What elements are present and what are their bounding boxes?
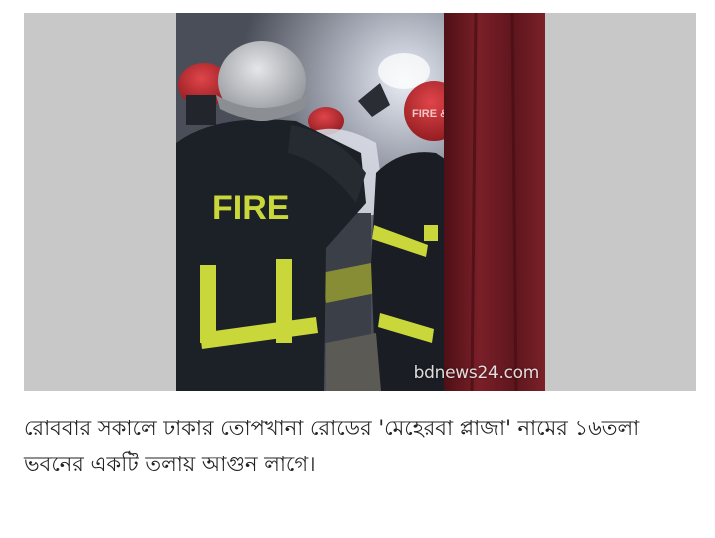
vest-text: FIRE — [212, 189, 289, 227]
photo-illustration: FIRE FIRE & R — [176, 13, 545, 391]
left-figure-shoulder — [186, 95, 216, 125]
red-curtain — [444, 13, 545, 391]
right-firefighter-jacket — [371, 152, 451, 391]
news-photo-frame: FIRE FIRE & R bdnews24.com — [24, 13, 696, 391]
photo-caption: রোববার সকালে ঢাকার তোপখানা রোডের 'মেহেরব… — [24, 416, 640, 476]
watermark-text: bdnews24.com — [413, 363, 540, 383]
firefighters-photo: FIRE FIRE & R bdnews24.com — [176, 13, 545, 391]
floor — [326, 333, 381, 391]
right-reflective-patch — [424, 225, 438, 241]
